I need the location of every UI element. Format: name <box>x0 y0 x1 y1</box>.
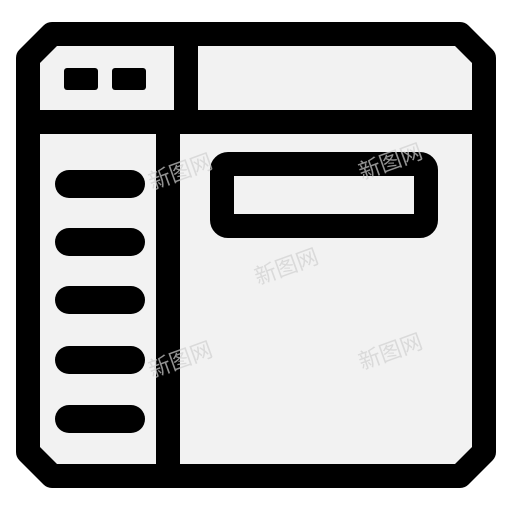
sidebar-item <box>55 346 145 374</box>
titlebar-dot <box>112 68 146 90</box>
browser-window-layout-icon: 新图网 新图网 新图网 新图网 新图网 <box>16 22 496 488</box>
sidebar-item <box>55 228 145 256</box>
sidebar-item <box>55 286 145 314</box>
titlebar-dot <box>64 68 98 90</box>
sidebar-item <box>55 170 145 198</box>
sidebar-item <box>55 405 145 433</box>
